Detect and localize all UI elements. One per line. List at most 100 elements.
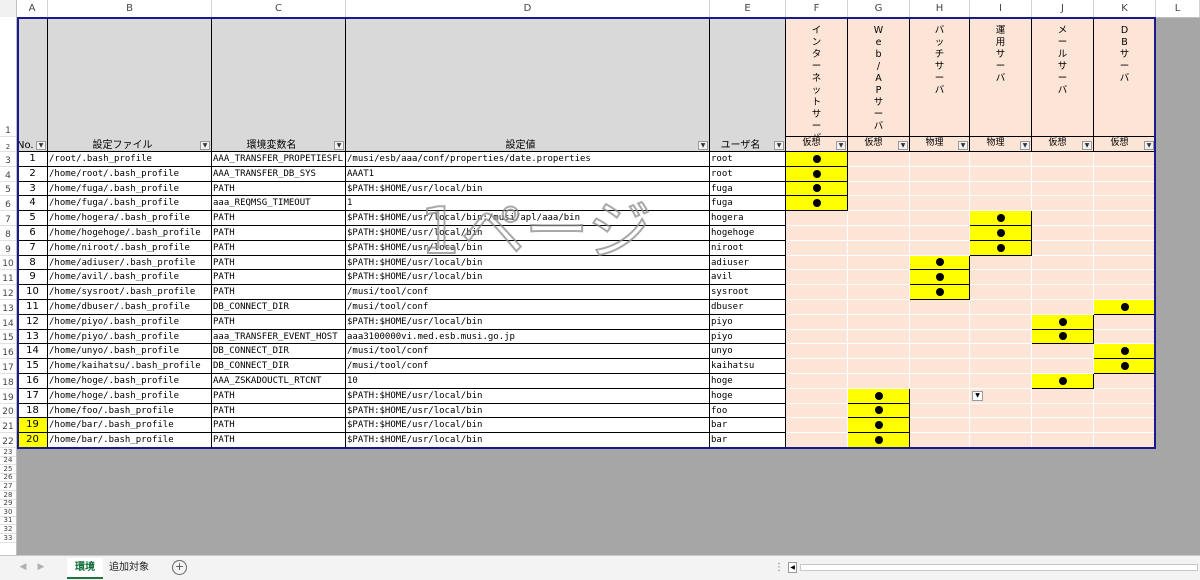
server-cell[interactable]: [970, 285, 1032, 300]
cell-user[interactable]: hogehoge: [710, 226, 786, 241]
cell-user[interactable]: kaihatsu: [710, 359, 786, 374]
cell-file[interactable]: /home/sysroot/.bash_profile: [48, 285, 212, 300]
row-header-20[interactable]: 20: [0, 404, 16, 419]
cell-file[interactable]: /home/bar/.bash_profile: [48, 418, 212, 434]
server-cell[interactable]: [1094, 196, 1156, 212]
server-cell[interactable]: [848, 181, 910, 197]
server-cell[interactable]: [848, 344, 910, 360]
server-cell[interactable]: [910, 166, 970, 182]
server-cell[interactable]: [786, 329, 848, 345]
server-cell[interactable]: [1032, 433, 1094, 448]
cell-file[interactable]: /home/root/.bash_profile: [48, 166, 212, 182]
row-header-1[interactable]: 1: [0, 17, 16, 137]
server-cell[interactable]: [1094, 329, 1156, 345]
server-cell[interactable]: [1032, 196, 1094, 212]
server-cell[interactable]: [970, 255, 1032, 271]
server-cell[interactable]: [786, 359, 848, 374]
cell-file[interactable]: /home/hoge/.bash_profile: [48, 374, 212, 389]
server-cell[interactable]: [786, 374, 848, 389]
filter-dropdown-icon[interactable]: ▼: [1020, 141, 1030, 150]
cell-file[interactable]: /home/fuga/.bash_profile: [48, 181, 212, 197]
cell-file[interactable]: /home/hoge/.bash_profile: [48, 388, 212, 404]
row-header-14[interactable]: 14: [0, 315, 16, 330]
cell-file[interactable]: /home/niroot/.bash_profile: [48, 240, 212, 256]
server-cell[interactable]: [910, 329, 970, 345]
column-header-f[interactable]: F: [786, 0, 848, 17]
cell-no[interactable]: 5: [17, 211, 48, 226]
cell-user[interactable]: root: [710, 152, 786, 167]
cell-user[interactable]: piyo: [710, 314, 786, 330]
cell-env[interactable]: PATH: [212, 388, 346, 404]
filter-dropdown-icon[interactable]: ▼: [36, 141, 46, 150]
column-header-a[interactable]: A: [17, 0, 48, 17]
cell-env[interactable]: DB_CONNECT_DIR: [212, 344, 346, 360]
cell-value[interactable]: $PATH:$HOME/usr/local/bin: [346, 388, 710, 404]
server-cell[interactable]: [848, 270, 910, 286]
server-cell[interactable]: [1094, 300, 1156, 315]
server-cell[interactable]: [786, 388, 848, 404]
server-cell[interactable]: [1094, 403, 1156, 419]
column-header-k[interactable]: K: [1094, 0, 1156, 17]
server-cell[interactable]: [1032, 329, 1094, 345]
server-cell[interactable]: [1032, 418, 1094, 434]
column-header-l[interactable]: L: [1156, 0, 1200, 17]
cell-file[interactable]: /home/kaihatsu/.bash_profile: [48, 359, 212, 374]
server-cell[interactable]: [848, 403, 910, 419]
cell-user[interactable]: foo: [710, 403, 786, 419]
filter-dropdown-icon[interactable]: ▼: [200, 141, 210, 150]
server-cell[interactable]: [848, 418, 910, 434]
cell-user[interactable]: unyo: [710, 344, 786, 360]
column-header-g[interactable]: G: [848, 0, 910, 17]
cell-user[interactable]: fuga: [710, 196, 786, 212]
server-cell[interactable]: [1094, 314, 1156, 330]
server-cell[interactable]: [970, 300, 1032, 315]
filter-dropdown-icon[interactable]: ▼: [898, 141, 908, 150]
cell-env[interactable]: aaa_REQMSG_TIMEOUT: [212, 196, 346, 212]
column-header-j[interactable]: J: [1032, 0, 1094, 17]
server-cell[interactable]: [848, 433, 910, 448]
cell-value[interactable]: $PATH:$HOME/usr/local/bin: [346, 433, 710, 448]
cell-env[interactable]: PATH: [212, 270, 346, 286]
server-cell[interactable]: [970, 359, 1032, 374]
cell-value[interactable]: aaa3100000vi.med.esb.musi.go.jp: [346, 329, 710, 345]
server-cell[interactable]: [1032, 285, 1094, 300]
cell-value[interactable]: $PATH:$HOME/usr/local/bin: [346, 270, 710, 286]
cell-user[interactable]: fuga: [710, 181, 786, 197]
scrollbar-splitter-icon[interactable]: ⋮: [774, 562, 784, 573]
cell-user[interactable]: bar: [710, 433, 786, 448]
cell-user[interactable]: piyo: [710, 329, 786, 345]
server-cell[interactable]: [1094, 285, 1156, 300]
server-cell[interactable]: [848, 211, 910, 226]
server-cell[interactable]: [970, 270, 1032, 286]
server-cell[interactable]: [786, 403, 848, 419]
server-cell[interactable]: [1032, 211, 1094, 226]
cell-file[interactable]: /root/.bash_profile: [48, 152, 212, 167]
server-cell[interactable]: [786, 196, 848, 212]
cell-value[interactable]: $PATH:$HOME/usr/local/bin: [346, 181, 710, 197]
cell-value[interactable]: $PATH:$HOME/usr/local/bin:/musi/apl/aaa/…: [346, 211, 710, 226]
server-cell[interactable]: [1094, 344, 1156, 360]
cell-no[interactable]: 11: [17, 300, 48, 315]
server-cell[interactable]: [1032, 181, 1094, 197]
row-header-2[interactable]: 2: [0, 137, 16, 152]
prev-sheet-icon[interactable]: ◀: [16, 560, 30, 574]
cell-value[interactable]: AAAT1: [346, 166, 710, 182]
cell-user[interactable]: niroot: [710, 240, 786, 256]
filter-dropdown-icon[interactable]: ▼: [958, 141, 968, 150]
cell-no[interactable]: 14: [17, 344, 48, 360]
cell-value[interactable]: /musi/tool/conf: [346, 359, 710, 374]
cell-value[interactable]: $PATH:$HOME/usr/local/bin: [346, 314, 710, 330]
cell-no[interactable]: 12: [17, 314, 48, 330]
cell-file[interactable]: /home/unyo/.bash_profile: [48, 344, 212, 360]
row-header-11[interactable]: 11: [0, 270, 16, 286]
cell-value[interactable]: 1: [346, 196, 710, 212]
cell-user[interactable]: sysroot: [710, 285, 786, 300]
scroll-left-icon[interactable]: ◀: [788, 562, 797, 573]
cell-value[interactable]: /musi/esb/aaa/conf/properties/date.prope…: [346, 152, 710, 167]
row-header-5[interactable]: 5: [0, 182, 16, 197]
cell-file[interactable]: /home/bar/.bash_profile: [48, 433, 212, 448]
server-cell[interactable]: [970, 418, 1032, 434]
cell-file[interactable]: /home/dbuser/.bash_profile: [48, 300, 212, 315]
server-cell[interactable]: [1032, 270, 1094, 286]
server-cell[interactable]: [1032, 388, 1094, 404]
